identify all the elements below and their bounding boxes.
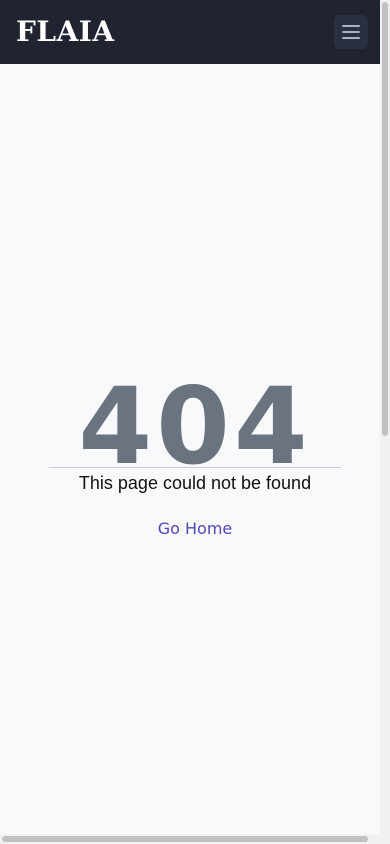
divider	[49, 467, 341, 468]
page: FLAIA 404 This page could not be found G…	[0, 0, 390, 844]
hamburger-menu-icon	[342, 25, 360, 39]
go-home-link[interactable]: Go Home	[0, 518, 390, 540]
vertical-scrollbar[interactable]	[380, 0, 390, 834]
vertical-scrollbar-thumb[interactable]	[382, 2, 388, 436]
horizontal-scrollbar[interactable]	[0, 834, 380, 844]
site-logo[interactable]: FLAIA	[16, 14, 115, 50]
error-message: This page could not be found	[78, 473, 312, 493]
horizontal-scrollbar-thumb[interactable]	[2, 836, 368, 842]
menu-button[interactable]	[334, 15, 368, 49]
top-navbar: FLAIA	[0, 0, 380, 64]
scrollbar-corner	[380, 834, 390, 844]
